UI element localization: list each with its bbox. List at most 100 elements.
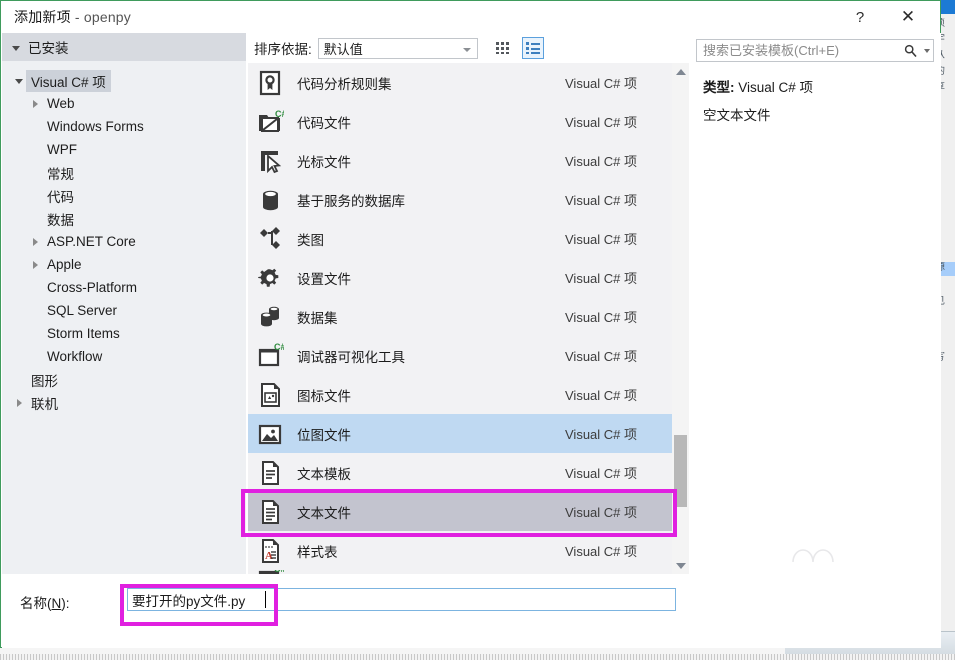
template-name: 样式表 (297, 541, 565, 561)
sort-dropdown[interactable]: 默认值 (318, 38, 478, 59)
detail-description: 空文本文件 (703, 104, 771, 124)
dialog-title: 添加新项 - openpy (14, 7, 131, 27)
sidebar-item-label: Storm Items (42, 325, 125, 342)
search-icon[interactable] (899, 44, 921, 57)
installed-header-label: 已安装 (28, 37, 69, 57)
template-list-item[interactable]: A样式表Visual C# 项 (248, 531, 689, 570)
sidebar-item[interactable]: Visual C# 项 (2, 69, 246, 92)
close-icon[interactable]: ✕ (886, 1, 930, 33)
sidebar-item-label: Apple (42, 256, 87, 273)
search-input[interactable] (697, 42, 899, 59)
sidebar-item-label: SQL Server (42, 302, 122, 319)
sidebar-item[interactable]: ASP.NET Core (2, 230, 246, 253)
chevron-down-icon (463, 48, 471, 52)
tiles-view-icon[interactable] (492, 37, 514, 59)
chevron-right-icon[interactable] (28, 100, 42, 108)
list-view-icon[interactable] (522, 37, 544, 59)
name-label-key: N (52, 596, 62, 611)
template-list-item[interactable]: 文本文件Visual C# 项 (248, 492, 689, 531)
background-status-strip (0, 654, 955, 660)
template-name: 设置文件 (297, 268, 565, 288)
template-list-scrollbar[interactable] (672, 63, 689, 574)
stylesheet-icon: A (255, 536, 285, 566)
template-name: 数据集 (297, 307, 565, 327)
template-name: 类图 (297, 229, 565, 249)
template-list-item[interactable]: 类图Visual C# 项 (248, 219, 689, 258)
template-kind: Visual C# 项 (565, 268, 689, 287)
svg-text:C#: C# (275, 109, 284, 119)
category-tree: Visual C# 项 Web Windows Forms WPF 常规代码数据ASP.… (2, 61, 246, 414)
sidebar-item[interactable]: Apple (2, 253, 246, 276)
ruleset-icon (255, 68, 285, 98)
template-list-item[interactable]: 设置文件Visual C# 项 (248, 258, 689, 297)
sidebar-item[interactable]: Cross-Platform (2, 276, 246, 299)
sidebar-item[interactable]: SQL Server (2, 299, 246, 322)
sidebar-item-label: 图形 (26, 369, 63, 391)
sort-toolbar: 排序依据: 默认值 (246, 33, 689, 63)
template-kind: Visual C# 项 (565, 385, 689, 404)
sidebar-item[interactable]: 数据 (2, 207, 246, 230)
template-name: 图标文件 (297, 385, 565, 405)
sort-dropdown-value: 默认值 (324, 39, 363, 58)
detail-type-label: 类型: (703, 80, 735, 95)
scroll-down-icon[interactable] (672, 557, 689, 574)
template-kind: Visual C# 项 (565, 229, 689, 248)
chevron-down-icon (12, 46, 20, 51)
template-name: 光标文件 (297, 151, 565, 171)
template-name: 调试器可视化工具 (297, 346, 565, 366)
dialog-title-sep: - (71, 9, 84, 25)
installed-header[interactable]: 已安装 (2, 33, 246, 61)
template-name: 代码文件 (297, 112, 565, 132)
template-list-item[interactable]: 文本模板Visual C# 项 (248, 453, 689, 492)
name-label: 名称(N): (20, 592, 70, 612)
database-icon (255, 185, 285, 215)
sidebar-item[interactable]: 代码 (2, 184, 246, 207)
template-list[interactable]: 代码分析规则集Visual C# 项C#代码文件Visual C# 项光标文件V… (248, 63, 689, 574)
watermark-decoration (791, 544, 835, 562)
sidebar-item[interactable]: 联机 (2, 391, 246, 414)
detail-type-row: 类型: Visual C# 项 (703, 76, 813, 96)
template-list-item[interactable]: 光标文件Visual C# 项 (248, 141, 689, 180)
sidebar-item-label: Web (42, 95, 80, 112)
sidebar-item[interactable]: Web (2, 92, 246, 115)
template-list-item[interactable]: 数据集Visual C# 项 (248, 297, 689, 336)
dialog-titlebar: 添加新项 - openpy ? ✕ (1, 1, 940, 33)
sidebar-item-label: 数据 (42, 208, 79, 230)
name-input[interactable] (127, 588, 676, 611)
sidebar-item-label: WPF (42, 141, 82, 158)
sidebar-item[interactable]: Workflow (2, 345, 246, 368)
add-new-item-dialog: 添加新项 - openpy ? ✕ 已安装 Visual C# 项 Web Wind… (0, 0, 941, 648)
scroll-up-icon[interactable] (672, 63, 689, 80)
sidebar-item[interactable]: Storm Items (2, 322, 246, 345)
chevron-right-icon[interactable] (28, 261, 42, 269)
sidebar-item[interactable]: 常规 (2, 161, 246, 184)
details-panel: 类型: Visual C# 项 空文本文件 (689, 33, 941, 574)
template-kind: Visual C# 项 (565, 346, 689, 365)
sidebar-item[interactable]: WPF (2, 138, 246, 161)
template-list-item[interactable]: C#调试器可视化工具Visual C# 项 (248, 336, 689, 375)
code-file-icon: C# (255, 107, 285, 137)
chevron-down-icon[interactable] (12, 77, 26, 84)
name-label-pre: 名称( (20, 596, 52, 611)
template-kind: Visual C# 项 (565, 502, 689, 521)
chevron-down-icon[interactable] (921, 49, 933, 53)
template-name: 基于服务的数据库 (297, 190, 565, 210)
template-list-item[interactable]: 基于服务的数据库Visual C# 项 (248, 180, 689, 219)
search-box[interactable] (696, 39, 934, 62)
class-diagram-icon (255, 224, 285, 254)
name-label-post: ): (61, 596, 69, 611)
sidebar-item[interactable]: 图形 (2, 368, 246, 391)
template-list-item[interactable]: 位图文件Visual C# 项 (248, 414, 689, 453)
sidebar-item-label: 代码 (42, 185, 79, 207)
chevron-right-icon[interactable] (28, 238, 42, 246)
scrollbar-thumb[interactable] (674, 435, 687, 507)
template-list-item[interactable]: 代码分析规则集Visual C# 项 (248, 63, 689, 102)
template-list-item[interactable]: C#代码文件Visual C# 项 (248, 102, 689, 141)
template-list-item[interactable]: 图标文件Visual C# 项 (248, 375, 689, 414)
chevron-right-icon[interactable] (12, 399, 26, 407)
sidebar-item[interactable]: Windows Forms (2, 115, 246, 138)
help-icon[interactable]: ? (838, 1, 882, 33)
dialog-body: 已安装 Visual C# 项WebWindows FormsWPF常规代码数据… (2, 33, 941, 574)
template-name: 位图文件 (297, 424, 565, 444)
sidebar-item-label: Cross-Platform (42, 279, 142, 296)
